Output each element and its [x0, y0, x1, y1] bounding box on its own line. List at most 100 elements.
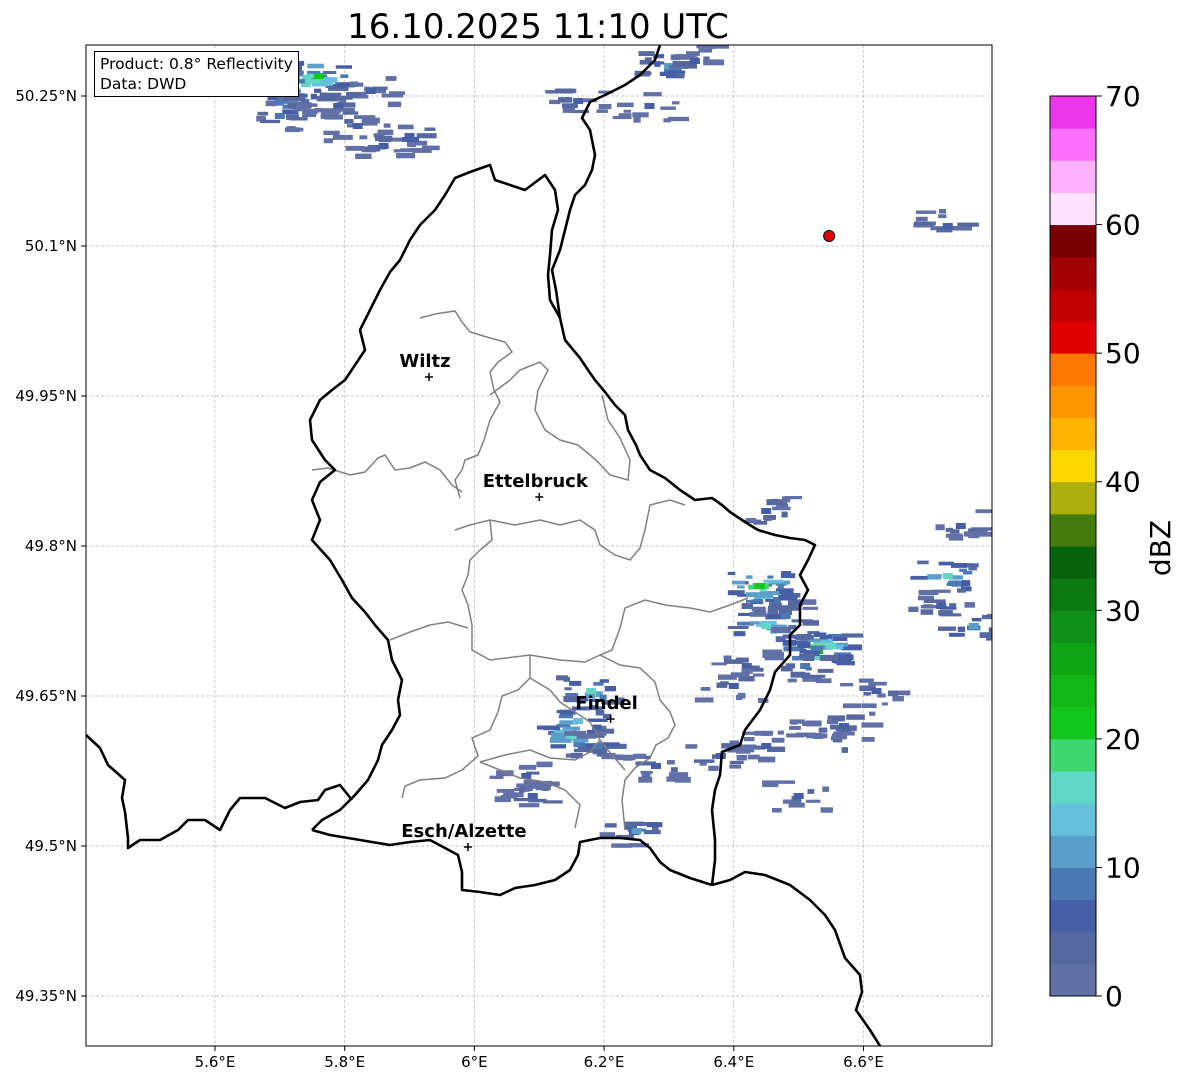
colorbar-segment	[1050, 224, 1096, 258]
radar-echo-core	[871, 688, 882, 694]
radar-echo-cell	[743, 737, 755, 742]
radar-echo-core	[352, 123, 363, 129]
radar-echo-cell	[994, 630, 1011, 634]
radar-echo-cell	[558, 97, 573, 103]
radar-echo-cell	[723, 655, 732, 660]
radar-echo-core	[955, 523, 966, 529]
radar-echo-cell	[781, 496, 791, 503]
radar-echo-cell	[349, 81, 359, 87]
radar-echo-cell	[950, 529, 960, 534]
colorbar-segment	[1050, 256, 1096, 290]
radar-echo-cell	[977, 529, 988, 534]
map-title: 16.10.2025 11:10 UTC	[347, 7, 729, 47]
radar-echo-cell	[729, 764, 741, 769]
radar-echo-cell	[805, 799, 821, 803]
radar-echo-cell	[892, 696, 904, 702]
radar-echo-cell	[789, 726, 801, 730]
colorbar: 0 10 20 30 40 50 60 70	[1049, 80, 1141, 1013]
radar-echo-core	[936, 603, 947, 609]
radar-echo-cell	[780, 665, 793, 672]
radar-echo-cell	[887, 690, 899, 697]
radar-echo-cell	[776, 503, 789, 507]
radar-echo-cell	[730, 760, 744, 765]
colorbar-tick-label-1: 10	[1105, 851, 1141, 884]
radar-echo-cell	[612, 116, 630, 120]
radar-echo-core	[780, 613, 791, 619]
radar-echo-cell	[359, 135, 368, 140]
radar-echo-cell	[623, 756, 633, 761]
colorbar-segment	[1050, 963, 1096, 997]
radar-echo-cell	[340, 74, 349, 78]
radar-echo-cell	[333, 96, 341, 100]
colorbar-segment	[1050, 803, 1096, 836]
radar-echo-cell	[646, 822, 663, 828]
radar-echo-cell	[994, 615, 1004, 620]
radar-echo-cell	[598, 104, 612, 110]
ytick-label-4: 49.65°N	[15, 687, 77, 705]
radar-echo-core	[274, 113, 285, 119]
radar-echo-cell	[342, 111, 359, 115]
radar-echo-cell	[378, 137, 392, 143]
xtick-label-3: 6.2°E	[584, 1053, 625, 1071]
radar-echo-cell	[558, 714, 574, 719]
xtick-label-5: 6.6°E	[843, 1053, 884, 1071]
radar-echo-cell	[698, 48, 713, 53]
radar-echo-core	[404, 133, 415, 139]
radar-echo-cell	[604, 686, 616, 692]
radar-echo-cell	[781, 511, 788, 518]
colorbar-segment	[1050, 449, 1096, 483]
radar-echo-cell	[939, 209, 946, 214]
xtick-label-1: 5.8°E	[324, 1053, 365, 1071]
radar-echo-cell	[310, 93, 318, 100]
radar-echo-cell	[518, 764, 536, 770]
radar-echo-cell	[393, 149, 401, 153]
radar-echo-cell	[796, 635, 811, 641]
radar-echo-cell	[738, 612, 751, 616]
radar-echo-cell	[819, 655, 838, 661]
colorbar-segment	[1050, 385, 1096, 418]
radar-site-marker[interactable]	[823, 230, 836, 242]
radar-echo-cell	[996, 615, 1011, 620]
colorbar-segment	[1050, 160, 1096, 193]
radar-echo-cell	[623, 109, 631, 113]
product-label: Product: 0.8° Reflectivity	[100, 55, 293, 73]
radar-echo-cell	[786, 733, 805, 738]
radar-echo-cell	[869, 711, 876, 716]
radar-echo-cell	[935, 524, 945, 531]
radar-echo-cell	[407, 141, 417, 147]
radar-echo-cell	[915, 210, 937, 214]
radar-echo-cell	[599, 832, 615, 838]
map-area[interactable]	[86, 45, 992, 1046]
radar-echo-cell	[763, 579, 784, 583]
radar-echo-cell	[741, 603, 753, 610]
radar-echo-cell	[836, 660, 855, 666]
radar-echo-cell	[746, 518, 757, 522]
radar-echo-core	[527, 793, 538, 799]
radar-echo-core	[313, 73, 324, 79]
colorbar-tick-label-0: 0	[1105, 980, 1123, 1013]
ytick-label-0: 50.25°N	[15, 87, 77, 105]
radar-echo-cell	[790, 719, 798, 725]
radar-echo-cell	[835, 654, 854, 660]
radar-echo-cell	[920, 609, 934, 615]
radar-echo-cell	[670, 767, 678, 772]
radar-echo-cell	[639, 59, 648, 65]
radar-echo-cell	[545, 90, 557, 94]
radar-echo-core	[689, 58, 700, 64]
colorbar-tick-label-7: 70	[1105, 80, 1141, 113]
radar-echo-cell	[939, 613, 962, 617]
radar-echo-cell	[737, 585, 745, 589]
radar-echo-cell	[758, 756, 776, 763]
radar-echo-cell	[881, 702, 888, 706]
radar-echo-cell	[733, 631, 746, 637]
radar-echo-cell	[301, 98, 310, 104]
radar-echo-core	[644, 103, 655, 109]
radar-echo-cell	[699, 762, 707, 766]
colorbar-segment	[1050, 288, 1096, 322]
radar-echo-core	[378, 143, 389, 149]
colorbar-segment	[1050, 546, 1096, 579]
colorbar-segment	[1050, 321, 1096, 354]
radar-echo-cell	[596, 109, 608, 113]
radar-echo-cell	[775, 780, 795, 784]
radar-echo-cell	[771, 737, 785, 743]
